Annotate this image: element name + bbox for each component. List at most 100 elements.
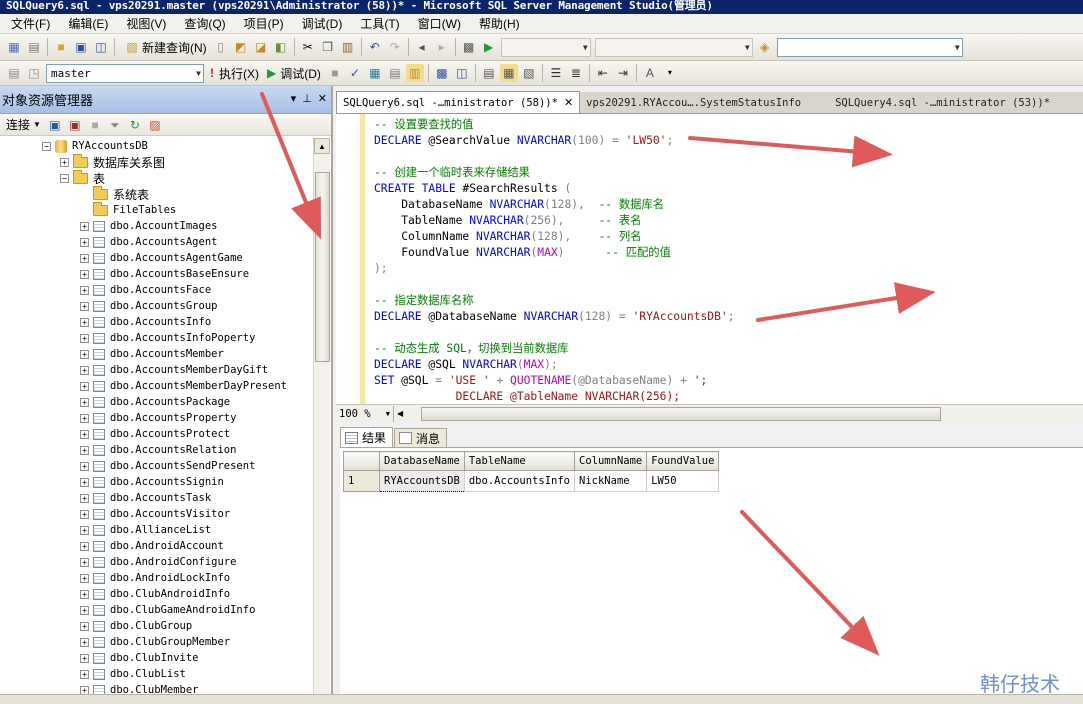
scroll-thumb[interactable] xyxy=(315,172,330,362)
expand-icon[interactable]: + xyxy=(80,461,89,471)
results-to-text-icon[interactable]: ▤ xyxy=(480,64,498,82)
tree-item-table[interactable]: + dbo.AccountsBaseEnsure xyxy=(0,266,313,282)
intellisense-icon[interactable]: ▩ xyxy=(433,64,451,82)
document-tab[interactable]: vps20291.RYAccou….SystemStatusInfo xyxy=(580,93,807,113)
grid-cell[interactable]: LW50 xyxy=(646,470,720,492)
expand-icon[interactable]: + xyxy=(80,509,89,519)
start-icon[interactable]: ▶ xyxy=(480,38,498,56)
add-item-icon[interactable]: ▤ xyxy=(25,38,43,56)
expand-icon[interactable]: + xyxy=(80,557,89,567)
tree-item-table[interactable]: + dbo.AccountsAgent xyxy=(0,234,313,250)
expand-icon[interactable]: + xyxy=(80,333,89,343)
document-tab[interactable]: SQLQuery6.sql -…ministrator (58))* ✕ xyxy=(336,91,581,113)
connect-server-icon[interactable]: ▣ xyxy=(46,116,64,134)
tree-item-table[interactable]: + dbo.AccountsTask xyxy=(0,490,313,506)
specify-values-icon[interactable]: A xyxy=(641,64,659,82)
navigate-back-icon[interactable]: ◂ xyxy=(413,38,431,56)
expand-icon[interactable]: + xyxy=(80,381,89,391)
expand-icon[interactable]: + xyxy=(80,317,89,327)
expand-icon[interactable]: + xyxy=(80,525,89,535)
menu-item[interactable]: 文件(F) xyxy=(2,15,59,33)
expand-icon[interactable]: + xyxy=(80,397,89,407)
tab-messages[interactable]: 消息 xyxy=(394,428,448,447)
expand-icon[interactable]: + xyxy=(80,429,89,439)
uncomment-icon[interactable]: ≣ xyxy=(567,64,585,82)
collapse-icon[interactable]: − xyxy=(42,141,51,151)
editor-hscrollbar[interactable]: 100 % ▼ ◀ xyxy=(336,404,1083,422)
expand-icon[interactable]: + xyxy=(80,685,89,694)
connect-button[interactable]: 连接 ▼ xyxy=(2,115,45,135)
expand-icon[interactable]: + xyxy=(80,653,89,663)
tree-item-table[interactable]: + dbo.AndroidLockInfo xyxy=(0,570,313,586)
paste-icon[interactable]: ▥ xyxy=(339,38,357,56)
collapse-icon[interactable]: − xyxy=(60,173,69,183)
tree-item-table[interactable]: + dbo.AccountsGroup xyxy=(0,298,313,314)
navigate-forward-icon[interactable]: ▸ xyxy=(433,38,451,56)
results-to-grid-icon[interactable]: ▦ xyxy=(499,64,518,82)
sql-code[interactable]: -- 设置要查找的值 DECLARE @SearchValue NVARCHAR(… xyxy=(374,117,735,404)
table-row[interactable]: 1 RYAccountsDB dbo.AccountsInfo NickName LW5… xyxy=(343,470,720,492)
decrease-indent-icon[interactable]: ⇤ xyxy=(594,64,612,82)
results-to-file-icon[interactable]: ▧ xyxy=(520,64,538,82)
connect-icon[interactable]: ▤ xyxy=(5,64,23,82)
menu-item[interactable]: 调试(D) xyxy=(293,15,352,33)
close-icon[interactable]: ✕ xyxy=(564,96,573,109)
expand-icon[interactable]: + xyxy=(80,477,89,487)
find-combo[interactable]: ▼ xyxy=(776,37,963,57)
save-all-icon[interactable]: ◫ xyxy=(92,38,110,56)
tree-item-table[interactable]: + dbo.AccountsSendPresent xyxy=(0,458,313,474)
grid-column-header[interactable]: ColumnName xyxy=(574,451,648,471)
close-icon[interactable]: ✕ xyxy=(318,92,327,105)
expand-icon[interactable]: + xyxy=(80,301,89,311)
tree-item-table[interactable]: + dbo.AccountsProtect xyxy=(0,426,313,442)
disconnect-icon[interactable]: ▣ xyxy=(66,116,84,134)
expand-icon[interactable]: + xyxy=(80,621,89,631)
xmla-query-icon[interactable]: ◧ xyxy=(272,38,290,56)
tree-item-table[interactable]: + dbo.AccountsMember xyxy=(0,346,313,362)
expand-icon[interactable]: + xyxy=(80,605,89,615)
expand-icon[interactable]: + xyxy=(80,589,89,599)
expand-icon[interactable]: + xyxy=(80,669,89,679)
stop-icon[interactable]: ■ xyxy=(86,116,104,134)
window-position-icon[interactable]: ▾ xyxy=(291,92,297,105)
tree-item-table[interactable]: + dbo.AccountsMemberDayGift xyxy=(0,362,313,378)
tree-item-table[interactable]: + dbo.ClubGroupMember xyxy=(0,634,313,650)
redo-icon[interactable]: ↷ xyxy=(386,38,404,56)
tree-item-table[interactable]: + dbo.ClubAndroidInfo xyxy=(0,586,313,602)
menu-item[interactable]: 查询(Q) xyxy=(175,15,234,33)
expand-icon[interactable]: + xyxy=(80,493,89,503)
tree-item-table[interactable]: + dbo.AllianceList xyxy=(0,522,313,538)
pin-icon[interactable]: ⊥ xyxy=(302,92,312,105)
tree-item-table[interactable]: + dbo.AccountsAgentGame xyxy=(0,250,313,266)
platform-combo[interactable]: ▼ xyxy=(594,37,753,57)
tree-item-table[interactable]: + dbo.AccountImages xyxy=(0,218,313,234)
parse-icon[interactable]: ✓ xyxy=(346,64,364,82)
zoom-select[interactable]: 100 % ▼ xyxy=(336,405,394,422)
tree-item-table[interactable]: + dbo.AccountsMemberDayPresent xyxy=(0,378,313,394)
tree-scrollbar[interactable]: ▲ xyxy=(313,138,330,694)
menu-item[interactable]: 工具(T) xyxy=(351,15,408,33)
tree-item-table[interactable]: + dbo.AccountsRelation xyxy=(0,442,313,458)
expand-icon[interactable]: + xyxy=(80,269,89,279)
copy-icon[interactable]: ❐ xyxy=(319,38,337,56)
new-project-icon[interactable]: ▦ xyxy=(5,38,23,56)
activity-monitor-icon[interactable]: ▩ xyxy=(460,38,478,56)
tree-item-table[interactable]: + dbo.ClubMember xyxy=(0,682,313,694)
menu-item[interactable]: 编辑(E) xyxy=(59,15,117,33)
expand-icon[interactable]: + xyxy=(80,445,89,455)
tree-item-table[interactable]: + dbo.ClubList xyxy=(0,666,313,682)
tree-item-table[interactable]: + dbo.AccountsSignin xyxy=(0,474,313,490)
tab-results[interactable]: 结果 xyxy=(340,427,394,447)
tree-item-table[interactable]: + dbo.AndroidAccount xyxy=(0,538,313,554)
row-number[interactable]: 1 xyxy=(343,470,380,492)
expand-icon[interactable]: + xyxy=(80,413,89,423)
menu-item[interactable]: 帮助(H) xyxy=(470,15,529,33)
expand-icon[interactable]: + xyxy=(60,157,69,167)
expand-icon[interactable]: + xyxy=(80,573,89,583)
tree-item-table[interactable]: + dbo.AccountsProperty xyxy=(0,410,313,426)
menu-item[interactable]: 项目(P) xyxy=(235,15,293,33)
tree-item-table[interactable]: + dbo.AccountsInfo xyxy=(0,314,313,330)
mdx-query-icon[interactable]: ◪ xyxy=(252,38,270,56)
scroll-left-icon[interactable]: ◀ xyxy=(397,409,403,418)
hscroll-thumb[interactable] xyxy=(421,406,942,421)
